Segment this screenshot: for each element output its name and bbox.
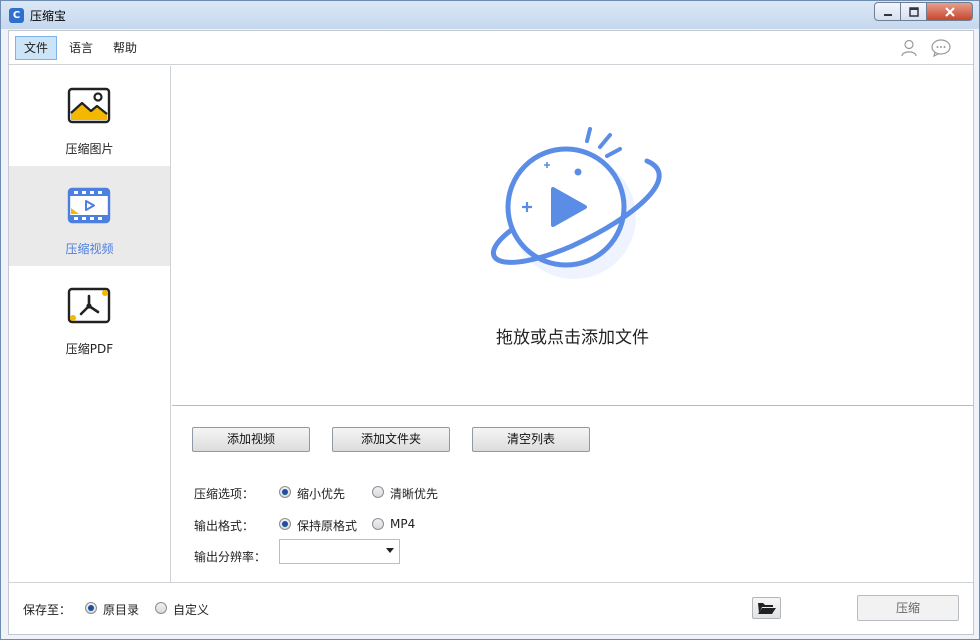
radio-clarity-first[interactable]	[372, 486, 384, 498]
menu-help[interactable]: 帮助	[104, 36, 146, 60]
resolution-select[interactable]	[279, 539, 400, 564]
chevron-down-icon	[386, 548, 394, 553]
video-icon	[67, 187, 111, 224]
radio-label-clarity-first[interactable]: 清晰优先	[390, 485, 438, 502]
radio-custom-dir[interactable]	[155, 602, 167, 614]
radio-label-smaller-first[interactable]: 缩小优先	[297, 485, 345, 502]
radio-smaller-first[interactable]	[279, 486, 291, 498]
drop-zone-hint: 拖放或点击添加文件	[496, 328, 649, 348]
maximize-button[interactable]	[901, 2, 927, 21]
compress-option-label: 压缩选项：	[194, 487, 255, 501]
output-resolution-label: 输出分辨率：	[194, 550, 267, 564]
sidebar-item-label: 压缩图片	[65, 142, 114, 156]
window-controls	[874, 2, 973, 22]
window-title: 压缩宝	[30, 9, 67, 23]
minimize-icon	[883, 13, 892, 16]
output-format-label: 输出格式：	[194, 519, 255, 533]
add-video-button[interactable]: 添加视频	[192, 427, 310, 452]
menu-language[interactable]: 语言	[60, 36, 102, 60]
client-area: 文件 语言 帮助 压缩图片 压缩视频 压缩PDF 拖放或点击添加文件 添加视频 …	[8, 30, 974, 635]
menu-file[interactable]: 文件	[15, 36, 58, 60]
maximize-icon	[908, 6, 919, 17]
sidebar-item-compress-video[interactable]: 压缩视频	[9, 166, 170, 266]
chat-icon[interactable]	[930, 38, 952, 58]
planet-play-icon	[490, 127, 662, 279]
sidebar-item-compress-image[interactable]: 压缩图片	[9, 66, 170, 166]
radio-mp4[interactable]	[372, 518, 384, 530]
close-button[interactable]	[927, 2, 973, 21]
radio-label-original-dir[interactable]: 原目录	[103, 601, 139, 618]
save-to-label: 保存至：	[23, 603, 72, 617]
sidebar-item-compress-pdf[interactable]: 压缩PDF	[9, 266, 170, 366]
sidebar: 压缩图片 压缩视频 压缩PDF	[9, 66, 171, 582]
pdf-icon	[67, 287, 111, 324]
menu-bar: 文件 语言 帮助	[9, 31, 973, 65]
radio-label-mp4[interactable]: MP4	[390, 517, 415, 531]
sidebar-item-label: 压缩视频	[65, 242, 114, 256]
sidebar-item-label: 压缩PDF	[65, 342, 114, 356]
minimize-button[interactable]	[874, 2, 901, 21]
title-bar[interactable]: C 压缩宝	[1, 1, 979, 29]
options-panel: 添加视频 添加文件夹 清空列表 压缩选项： 缩小优先 清晰优先 输出格式： 保持…	[172, 407, 973, 582]
radio-label-keep-format[interactable]: 保持原格式	[297, 517, 357, 534]
clear-list-button[interactable]: 清空列表	[472, 427, 590, 452]
compress-button[interactable]: 压缩	[857, 595, 959, 621]
image-icon	[67, 87, 111, 124]
app-logo-icon: C	[9, 8, 24, 23]
radio-keep-format[interactable]	[279, 518, 291, 530]
close-icon	[944, 6, 955, 17]
folder-open-icon	[758, 603, 776, 614]
radio-original-dir[interactable]	[85, 602, 97, 614]
app-window: C 压缩宝 文件 语言 帮助 压缩图片 压缩视频 压缩PDF 拖放或点击添加文件…	[0, 0, 980, 640]
add-folder-button[interactable]: 添加文件夹	[332, 427, 450, 452]
footer-bar: 保存至： 原目录 自定义 压缩	[9, 582, 973, 634]
user-icon[interactable]	[899, 38, 919, 58]
browse-folder-button[interactable]	[752, 597, 781, 619]
radio-label-custom-dir[interactable]: 自定义	[173, 601, 209, 618]
drop-zone[interactable]: 拖放或点击添加文件	[172, 66, 973, 406]
